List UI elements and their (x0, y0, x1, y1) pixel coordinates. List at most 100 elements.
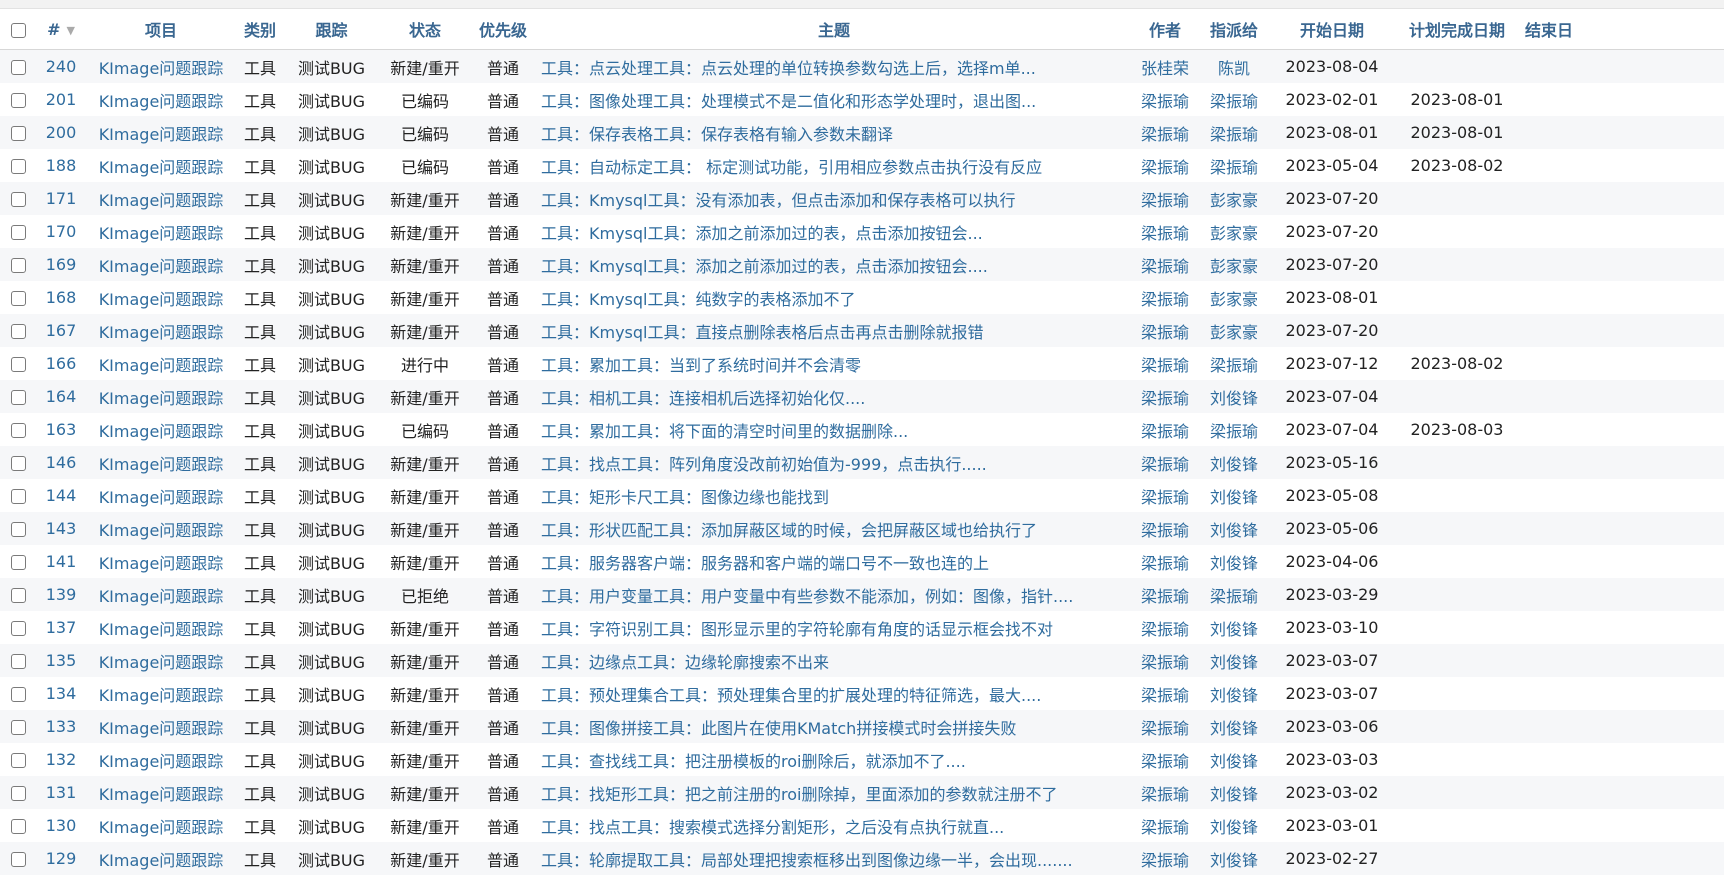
row-checkbox[interactable] (11, 588, 26, 603)
subject-cell[interactable]: 工具：图像拼接工具：此图片在使用KMatch拼接模式时会拼接失败 (535, 710, 1133, 743)
row-checkbox-cell[interactable] (0, 545, 36, 578)
table-row[interactable]: 139KImage问题跟踪工具测试BUG已拒绝普通工具：用户变量工具：用户变量中… (0, 578, 1724, 611)
subject-cell[interactable]: 工具：找矩形工具：把之前注册的roi删除掉，里面添加的参数就注册不了 (535, 776, 1133, 809)
project-cell[interactable]: KImage问题跟踪 (86, 413, 236, 446)
subject-cell[interactable]: 工具：预处理集合工具：预处理集合里的扩展处理的特征筛选，最大.... (535, 677, 1133, 710)
assignee-cell[interactable]: 刘俊锋 (1197, 776, 1271, 809)
subject-cell[interactable]: 工具：相机工具：连接相机后选择初始化仅.... (535, 380, 1133, 413)
issue-id-link[interactable]: 240 (46, 57, 77, 76)
table-row[interactable]: 144KImage问题跟踪工具测试BUG新建/重开普通工具：矩形卡尺工具：图像边… (0, 479, 1724, 512)
author-cell[interactable]: 梁振瑜 (1133, 743, 1197, 776)
author-link[interactable]: 梁振瑜 (1141, 719, 1189, 738)
assignee-link[interactable]: 彭家豪 (1210, 191, 1258, 210)
issue-id-cell[interactable]: 131 (36, 776, 86, 809)
subject-cell[interactable]: 工具：Kmysql工具：直接点删除表格后点击再点击删除就报错 (535, 314, 1133, 347)
issue-id-link[interactable]: 200 (46, 123, 77, 142)
subject-link[interactable]: 工具：图像处理工具：处理模式不是二值化和形态学处理时，退出图... (541, 92, 1036, 111)
assignee-cell[interactable]: 梁振瑜 (1197, 347, 1271, 380)
assignee-link[interactable]: 刘俊锋 (1210, 554, 1258, 573)
subject-link[interactable]: 工具：Kmysql工具：添加之前添加过的表，点击添加按钮会... (541, 224, 983, 243)
author-link[interactable]: 梁振瑜 (1141, 752, 1189, 771)
column-header-end-date[interactable]: 结束日 (1521, 9, 1724, 50)
assignee-cell[interactable]: 彭家豪 (1197, 281, 1271, 314)
assignee-cell[interactable]: 刘俊锋 (1197, 479, 1271, 512)
project-cell[interactable]: KImage问题跟踪 (86, 479, 236, 512)
assignee-link[interactable]: 梁振瑜 (1210, 356, 1258, 375)
author-cell[interactable]: 梁振瑜 (1133, 281, 1197, 314)
column-header-assignee[interactable]: 指派给 (1197, 9, 1271, 50)
author-link[interactable]: 梁振瑜 (1141, 422, 1189, 441)
author-cell[interactable]: 梁振瑜 (1133, 116, 1197, 149)
table-row[interactable]: 135KImage问题跟踪工具测试BUG新建/重开普通工具：边缘点工具：边缘轮廓… (0, 644, 1724, 677)
subject-link[interactable]: 工具：边缘点工具：边缘轮廓搜索不出来 (541, 653, 829, 672)
issue-id-link[interactable]: 129 (46, 849, 77, 868)
assignee-link[interactable]: 刘俊锋 (1210, 620, 1258, 639)
issue-id-link[interactable]: 146 (46, 453, 77, 472)
project-cell[interactable]: KImage问题跟踪 (86, 743, 236, 776)
project-cell[interactable]: KImage问题跟踪 (86, 380, 236, 413)
row-checkbox[interactable] (11, 489, 26, 504)
table-row[interactable]: 164KImage问题跟踪工具测试BUG新建/重开普通工具：相机工具：连接相机后… (0, 380, 1724, 413)
subject-link[interactable]: 工具：图像拼接工具：此图片在使用KMatch拼接模式时会拼接失败 (541, 719, 1016, 738)
subject-link[interactable]: 工具：保存表格工具：保存表格有输入参数未翻译 (541, 125, 893, 144)
row-checkbox-cell[interactable] (0, 248, 36, 281)
project-link[interactable]: KImage问题跟踪 (99, 224, 224, 243)
column-header-id[interactable]: #▼ (36, 9, 86, 50)
subject-link[interactable]: 工具：找矩形工具：把之前注册的roi删除掉，里面添加的参数就注册不了 (541, 785, 1057, 804)
row-checkbox[interactable] (11, 192, 26, 207)
project-cell[interactable]: KImage问题跟踪 (86, 149, 236, 182)
table-row[interactable]: 129KImage问题跟踪工具测试BUG新建/重开普通工具：轮廓提取工具：局部处… (0, 842, 1724, 875)
column-header-subject[interactable]: 主题 (535, 9, 1133, 50)
author-link[interactable]: 梁振瑜 (1141, 653, 1189, 672)
subject-link[interactable]: 工具：形状匹配工具：添加屏蔽区域的时候，会把屏蔽区域也给执行了 (541, 521, 1037, 540)
issue-id-link[interactable]: 134 (46, 684, 77, 703)
author-cell[interactable]: 梁振瑜 (1133, 677, 1197, 710)
project-cell[interactable]: KImage问题跟踪 (86, 83, 236, 116)
row-checkbox-cell[interactable] (0, 281, 36, 314)
row-checkbox-cell[interactable] (0, 743, 36, 776)
row-checkbox-cell[interactable] (0, 83, 36, 116)
author-link[interactable]: 梁振瑜 (1141, 323, 1189, 342)
issue-id-cell[interactable]: 170 (36, 215, 86, 248)
subject-link[interactable]: 工具：查找线工具：把注册模板的roi删除后，就添加不了.... (541, 752, 966, 771)
subject-link[interactable]: 工具：Kmysql工具：纯数字的表格添加不了 (541, 290, 856, 309)
subject-cell[interactable]: 工具：矩形卡尺工具：图像边缘也能找到 (535, 479, 1133, 512)
author-cell[interactable]: 梁振瑜 (1133, 83, 1197, 116)
issue-id-link[interactable]: 130 (46, 816, 77, 835)
subject-cell[interactable]: 工具：自动标定工具： 标定测试功能，引用相应参数点击执行没有反应 (535, 149, 1133, 182)
assignee-cell[interactable]: 彭家豪 (1197, 182, 1271, 215)
assignee-link[interactable]: 彭家豪 (1210, 257, 1258, 276)
assignee-link[interactable]: 刘俊锋 (1210, 818, 1258, 837)
subject-link[interactable]: 工具：相机工具：连接相机后选择初始化仅.... (541, 389, 865, 408)
row-checkbox-cell[interactable] (0, 611, 36, 644)
column-header-author[interactable]: 作者 (1133, 9, 1197, 50)
project-cell[interactable]: KImage问题跟踪 (86, 809, 236, 842)
project-link[interactable]: KImage问题跟踪 (99, 488, 224, 507)
assignee-link[interactable]: 刘俊锋 (1210, 785, 1258, 804)
issue-id-link[interactable]: 164 (46, 387, 77, 406)
issue-id-link[interactable]: 143 (46, 519, 77, 538)
table-row[interactable]: 201KImage问题跟踪工具测试BUG已编码普通工具：图像处理工具：处理模式不… (0, 83, 1724, 116)
author-cell[interactable]: 梁振瑜 (1133, 149, 1197, 182)
project-cell[interactable]: KImage问题跟踪 (86, 545, 236, 578)
table-row[interactable]: 171KImage问题跟踪工具测试BUG新建/重开普通工具：Kmysql工具：没… (0, 182, 1724, 215)
issue-id-link[interactable]: 163 (46, 420, 77, 439)
project-link[interactable]: KImage问题跟踪 (99, 719, 224, 738)
author-cell[interactable]: 梁振瑜 (1133, 578, 1197, 611)
issue-id-link[interactable]: 131 (46, 783, 77, 802)
project-link[interactable]: KImage问题跟踪 (99, 191, 224, 210)
project-link[interactable]: KImage问题跟踪 (99, 521, 224, 540)
assignee-cell[interactable]: 陈凯 (1197, 50, 1271, 84)
author-cell[interactable]: 梁振瑜 (1133, 611, 1197, 644)
issue-id-cell[interactable]: 171 (36, 182, 86, 215)
table-row[interactable]: 200KImage问题跟踪工具测试BUG已编码普通工具：保存表格工具：保存表格有… (0, 116, 1724, 149)
row-checkbox-cell[interactable] (0, 182, 36, 215)
author-cell[interactable]: 梁振瑜 (1133, 710, 1197, 743)
column-header-project[interactable]: 项目 (86, 9, 236, 50)
table-row[interactable]: 132KImage问题跟踪工具测试BUG新建/重开普通工具：查找线工具：把注册模… (0, 743, 1724, 776)
row-checkbox-cell[interactable] (0, 446, 36, 479)
assignee-cell[interactable]: 梁振瑜 (1197, 83, 1271, 116)
issue-id-link[interactable]: 169 (46, 255, 77, 274)
author-cell[interactable]: 张桂荣 (1133, 50, 1197, 84)
assignee-link[interactable]: 刘俊锋 (1210, 653, 1258, 672)
